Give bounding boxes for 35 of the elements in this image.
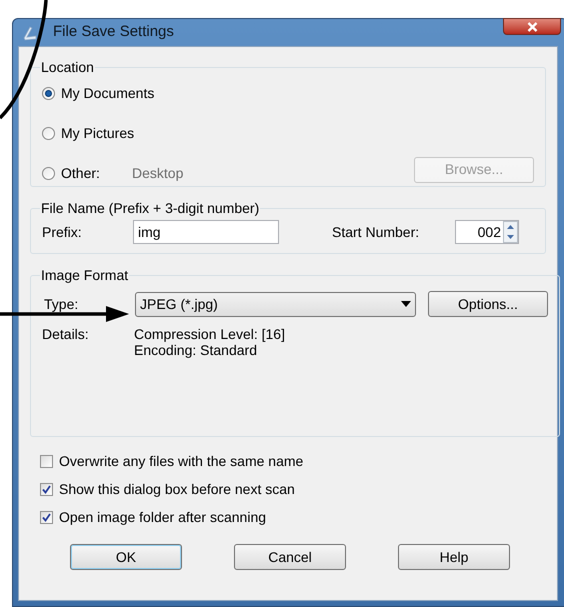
field-label: Details:: [42, 326, 90, 344]
checkbox[interactable]: [40, 454, 53, 468]
window-title: File Save Settings: [53, 22, 174, 42]
spinner-arrows-icon: [503, 221, 518, 243]
detail-text: Encoding: Standard: [134, 342, 258, 358]
close-button[interactable]: [503, 18, 561, 35]
close-icon: [526, 22, 538, 32]
field-label: Prefix:: [42, 222, 83, 242]
number-spinner[interactable]: 002: [455, 220, 519, 244]
detail-text: Compression Level: [16]: [134, 326, 285, 342]
group-label: Location: [40, 58, 95, 77]
dialog-button[interactable]: Cancel: [234, 544, 346, 570]
checkbox[interactable]: [40, 510, 53, 524]
options-button[interactable]: Options...: [428, 291, 548, 317]
checkbox-label[interactable]: Overwrite any files with the same name: [59, 450, 304, 472]
group-label: File Name (Prefix + 3-digit number): [40, 199, 260, 218]
group-label: Image Format: [40, 266, 130, 285]
checkbox-label[interactable]: Show this dialog box before next scan: [59, 478, 295, 500]
format-dropdown[interactable]: JPEG (*.jpg): [135, 292, 416, 316]
field-label: Start Number:: [332, 222, 420, 242]
radio-label[interactable]: Other:: [61, 163, 121, 184]
prefix-field[interactable]: img: [133, 220, 279, 244]
scanner-icon: [21, 24, 39, 42]
caret-icon: [401, 301, 411, 307]
checkbox[interactable]: [40, 482, 53, 496]
dialog-button[interactable]: OK: [70, 544, 182, 570]
dialog-button[interactable]: Help: [398, 544, 510, 570]
radio-label[interactable]: My Documents: [61, 83, 154, 104]
radio-button[interactable]: [42, 87, 55, 100]
radio-button[interactable]: [42, 167, 55, 180]
radio-button[interactable]: [42, 127, 55, 140]
checkbox-label[interactable]: Open image folder after scanning: [59, 506, 266, 528]
path-text: Desktop: [132, 164, 184, 183]
radio-label[interactable]: My Pictures: [61, 123, 134, 144]
field-label: Type:: [43, 294, 80, 314]
